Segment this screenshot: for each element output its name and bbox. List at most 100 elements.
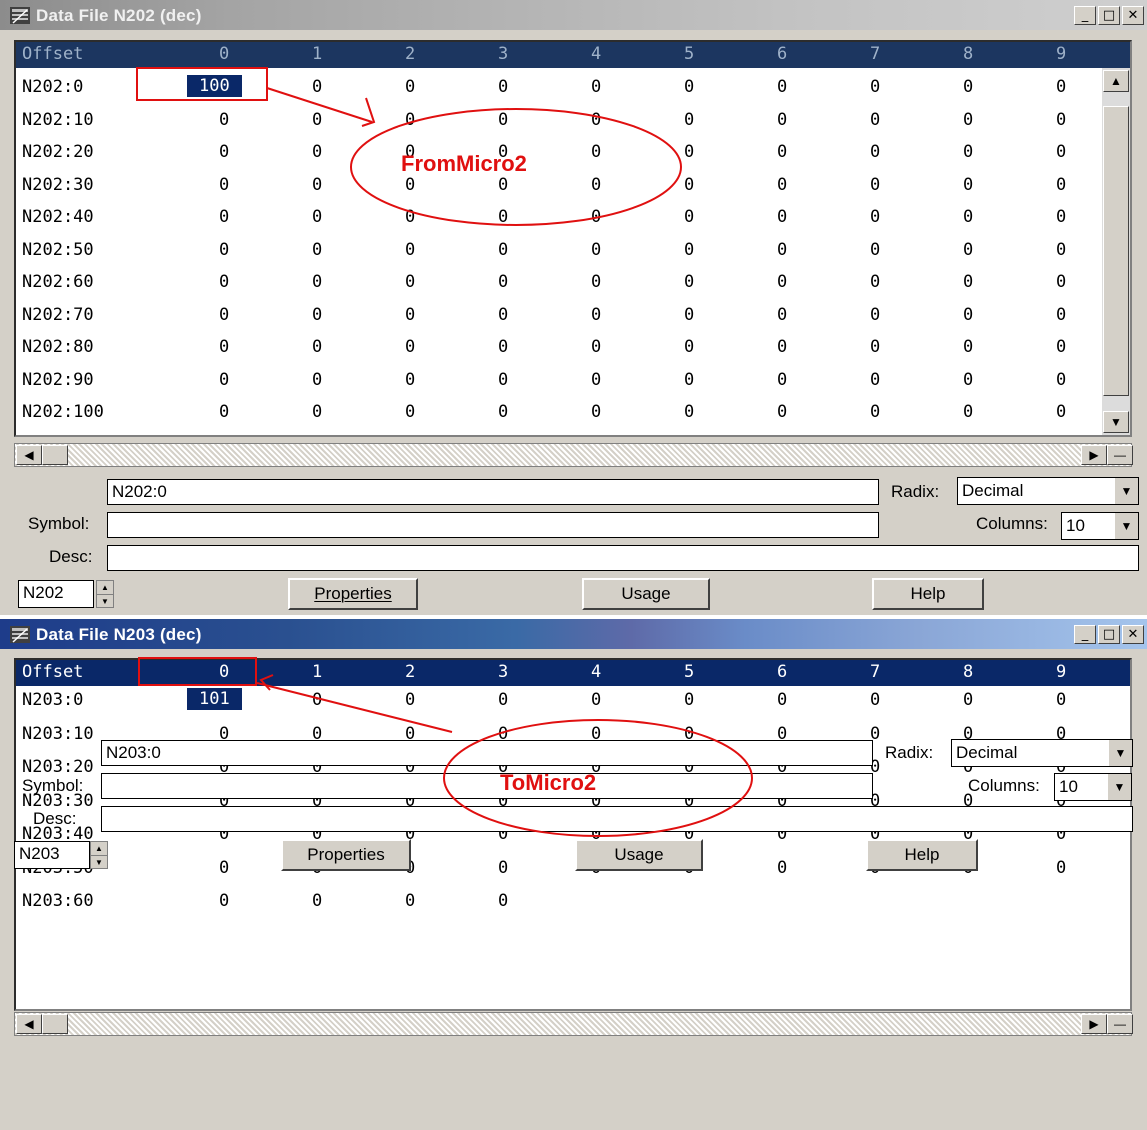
table-cell[interactable]: 0 — [405, 272, 415, 292]
minimize-icon[interactable]: _ — [1074, 625, 1096, 644]
file-number-field[interactable]: N203 — [14, 841, 90, 869]
scroll-right-icon[interactable]: ▶ — [1081, 445, 1107, 465]
table-cell[interactable]: 0 — [498, 402, 508, 422]
table-cell[interactable]: 0 — [591, 272, 601, 292]
table-cell[interactable]: 0 — [591, 370, 601, 390]
table-cell[interactable]: 0 — [591, 77, 601, 97]
maximize-icon[interactable]: □ — [1098, 6, 1120, 25]
table-cell[interactable]: 0 — [1056, 690, 1066, 710]
vertical-scrollbar[interactable]: ▲ ▼ — [1102, 68, 1130, 435]
table-cell[interactable]: 0 — [684, 305, 694, 325]
table-cell[interactable]: 0 — [312, 207, 322, 227]
table-cell[interactable]: 0 — [498, 207, 508, 227]
table-cell[interactable]: 0 — [963, 207, 973, 227]
table-cell[interactable]: 0 — [777, 175, 787, 195]
spin-down-icon[interactable]: ▼ — [91, 856, 107, 869]
scroll-thumb[interactable] — [42, 1014, 68, 1034]
address-field[interactable]: N202:0 — [107, 479, 879, 505]
selected-cell[interactable]: 101 — [187, 688, 242, 710]
table-cell[interactable]: 0 — [963, 272, 973, 292]
table-cell[interactable]: 0 — [684, 77, 694, 97]
table-cell[interactable]: 0 — [684, 337, 694, 357]
table-row[interactable]: N202:50 0 0 0 0 0 0 0 0 0 0 — [16, 235, 1130, 268]
selected-cell[interactable]: 100 — [187, 75, 242, 97]
table-cell[interactable]: 0 — [963, 370, 973, 390]
data-table[interactable]: Offset 0 1 2 3 4 5 6 7 8 9 N202:0 100 0 0 0 0… — [14, 40, 1132, 437]
table-cell[interactable]: 0 — [405, 402, 415, 422]
table-cell[interactable]: 0 — [405, 175, 415, 195]
table-cell[interactable]: 0 — [870, 175, 880, 195]
table-cell[interactable]: 0 — [219, 402, 229, 422]
table-cell[interactable]: 0 — [405, 110, 415, 130]
chevron-down-icon[interactable]: ▼ — [1107, 774, 1131, 800]
table-cell[interactable]: 0 — [963, 77, 973, 97]
split-icon[interactable]: — — [1107, 1014, 1133, 1034]
table-cell[interactable]: 0 — [684, 207, 694, 227]
table-cell[interactable]: 0 — [684, 142, 694, 162]
table-cell[interactable]: 0 — [219, 110, 229, 130]
usage-button[interactable]: Usage — [582, 578, 710, 610]
scroll-right-icon[interactable]: ▶ — [1081, 1014, 1107, 1034]
table-cell[interactable]: 0 — [498, 370, 508, 390]
scroll-left-icon[interactable]: ◀ — [16, 445, 42, 465]
table-cell[interactable]: 0 — [498, 690, 508, 710]
table-cell[interactable]: 0 — [963, 240, 973, 260]
title-bar[interactable]: Data File N202 (dec) _ □ ✕ — [0, 0, 1147, 30]
table-cell[interactable]: 0 — [684, 240, 694, 260]
table-cell[interactable]: 0 — [870, 402, 880, 422]
table-cell[interactable]: 0 — [498, 175, 508, 195]
symbol-field[interactable] — [107, 512, 879, 538]
table-row[interactable]: N202:20 0 0 0 0 0 0 0 0 0 0 — [16, 137, 1130, 170]
symbol-field[interactable] — [101, 773, 873, 799]
chevron-down-icon[interactable]: ▼ — [1114, 478, 1138, 504]
file-number-spinner[interactable]: ▲ ▼ — [90, 841, 108, 869]
table-cell[interactable]: 0 — [684, 175, 694, 195]
spin-up-icon[interactable]: ▲ — [91, 842, 107, 856]
scroll-up-icon[interactable]: ▲ — [1103, 70, 1129, 92]
table-cell[interactable]: 0 — [312, 240, 322, 260]
columns-select[interactable]: 10 ▼ — [1061, 512, 1139, 540]
table-cell[interactable]: 0 — [312, 370, 322, 390]
table-cell[interactable]: 0 — [1056, 272, 1066, 292]
table-cell[interactable]: 0 — [963, 142, 973, 162]
table-cell[interactable]: 0 — [870, 142, 880, 162]
table-cell[interactable]: 0 — [1056, 142, 1066, 162]
table-cell[interactable]: 0 — [312, 402, 322, 422]
table-cell[interactable]: 0 — [312, 77, 322, 97]
table-cell[interactable]: 0 — [777, 240, 787, 260]
usage-button[interactable]: Usage — [575, 839, 703, 871]
table-cell[interactable]: 0 — [219, 207, 229, 227]
table-row[interactable]: N203:0 101 0 0 0 0 0 0 0 0 0 — [16, 685, 1130, 718]
table-cell[interactable]: 0 — [870, 77, 880, 97]
radix-select[interactable]: Decimal ▼ — [951, 739, 1133, 767]
maximize-icon[interactable]: □ — [1098, 625, 1120, 644]
split-icon[interactable]: — — [1107, 445, 1133, 465]
file-number-spinner[interactable]: ▲ ▼ — [96, 580, 114, 608]
table-cell[interactable]: 0 — [498, 337, 508, 357]
title-bar[interactable]: Data File N203 (dec) _ □ ✕ — [0, 619, 1147, 649]
table-cell[interactable]: 0 — [870, 240, 880, 260]
table-cell[interactable]: 0 — [312, 175, 322, 195]
table-cell[interactable]: 0 — [684, 110, 694, 130]
table-cell[interactable]: 0 — [777, 690, 787, 710]
table-cell[interactable]: 0 — [684, 370, 694, 390]
table-cell[interactable]: 0 — [963, 337, 973, 357]
table-cell[interactable]: 0 — [312, 690, 322, 710]
table-row[interactable]: N202:60 0 0 0 0 0 0 0 0 0 0 — [16, 267, 1130, 300]
table-cell[interactable]: 0 — [777, 272, 787, 292]
table-cell[interactable]: 0 — [405, 370, 415, 390]
table-cell[interactable]: 0 — [219, 891, 229, 911]
table-cell[interactable]: 0 — [870, 207, 880, 227]
table-cell[interactable]: 0 — [963, 402, 973, 422]
table-cell[interactable]: 0 — [591, 175, 601, 195]
table-cell[interactable]: 0 — [498, 891, 508, 911]
table-cell[interactable]: 0 — [777, 142, 787, 162]
table-cell[interactable]: 0 — [498, 305, 508, 325]
table-row[interactable]: N202:40 0 0 0 0 0 0 0 0 0 0 — [16, 202, 1130, 235]
table-cell[interactable]: 0 — [405, 891, 415, 911]
table-cell[interactable]: 0 — [219, 272, 229, 292]
table-cell[interactable]: 0 — [498, 858, 508, 878]
table-cell[interactable]: 0 — [219, 142, 229, 162]
table-row[interactable]: N202:10 0 0 0 0 0 0 0 0 0 0 — [16, 105, 1130, 138]
help-button[interactable]: Help — [872, 578, 984, 610]
